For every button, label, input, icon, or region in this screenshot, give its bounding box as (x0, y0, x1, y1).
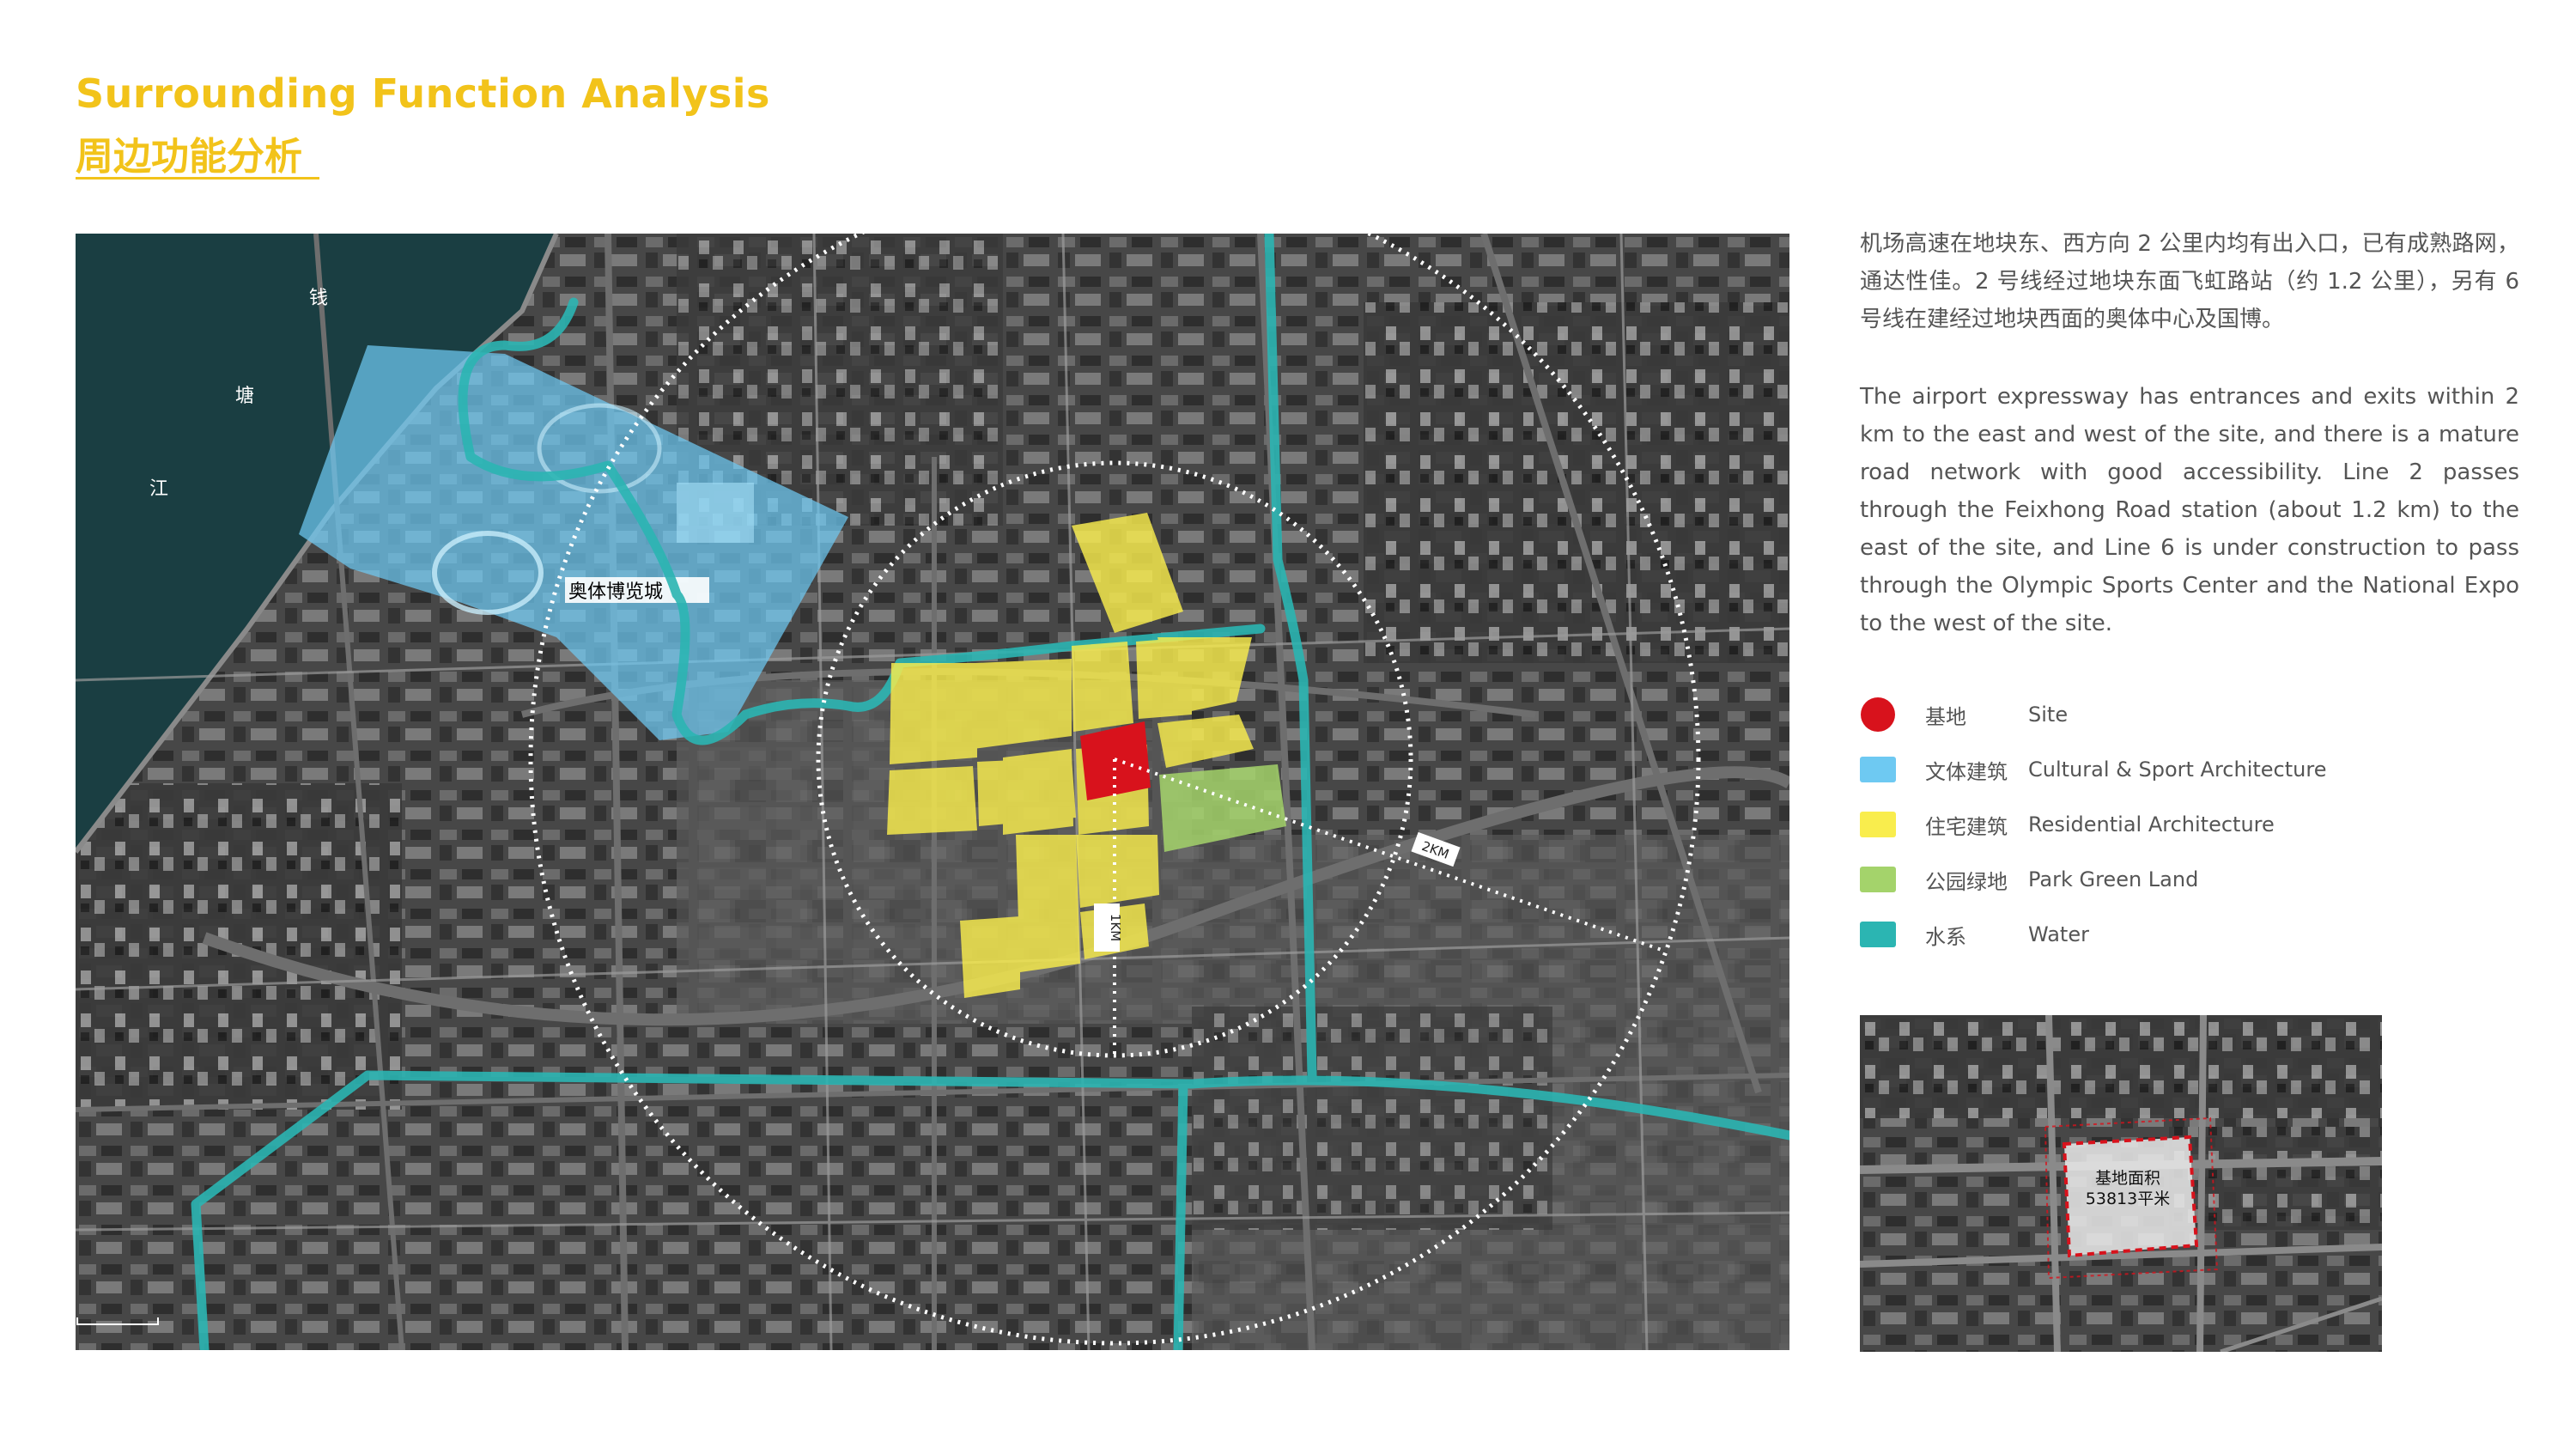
legend-label-en: Cultural & Sport Architecture (2028, 757, 2327, 782)
legend-label-cn: 基地 (1925, 704, 1966, 729)
description-english: The airport expressway has entrances and… (1860, 384, 2519, 636)
river-char-2: 塘 (235, 386, 254, 407)
legend-item-site: 基地 Site (1860, 687, 2547, 742)
title-english: Surrounding Function Analysis (76, 70, 770, 117)
site-inset-map: 基地面积 53813平米 (1860, 1015, 2382, 1352)
site-area-label: 基地面积 (2095, 1169, 2160, 1188)
legend-label-cn: 公园绿地 (1925, 869, 2008, 894)
site-swatch (1861, 697, 1895, 732)
residential-swatch (1860, 812, 1896, 837)
legend-item-cultural-sport: 文体建筑 Cultural & Sport Architecture (1860, 742, 2547, 797)
legend-item-water: 水系 Water (1860, 907, 2547, 962)
title-chinese: 周边功能分析 (76, 135, 302, 179)
site-area-value: 53813平米 (2086, 1189, 2170, 1208)
legend-label-en: Water (2028, 922, 2089, 946)
river-char-1: 钱 (309, 288, 328, 309)
aerial-map: 奥体博览城 1KM 2KM 钱 塘 江 (76, 234, 1789, 1350)
title-underline (76, 177, 319, 179)
water-swatch (1860, 922, 1896, 947)
river-char-3: 江 (149, 478, 168, 500)
label-1km: 1KM (1108, 914, 1123, 941)
cultural-sport-swatch (1860, 757, 1896, 782)
description-chinese: 机场高速在地块东、西方向 2 公里内均有出入口，已有成熟路网，通达性佳。2 号线… (1860, 231, 2519, 332)
legend-label-en: Site (2028, 703, 2069, 727)
legend-label-cn: 住宅建筑 (1925, 814, 2008, 839)
legend-item-residential: 住宅建筑 Residential Architecture (1860, 797, 2547, 852)
legend-label-en: Park Green Land (2028, 867, 2199, 891)
legend: 基地 Site 文体建筑 Cultural & Sport Architectu… (1860, 687, 2547, 962)
park-green-swatch (1860, 867, 1896, 892)
legend-label-cn: 水系 (1925, 924, 1966, 949)
legend-label-en: Residential Architecture (2028, 812, 2275, 837)
tower-blocks (1364, 302, 1789, 663)
legend-label-cn: 文体建筑 (1925, 759, 2008, 784)
expo-label: 奥体博览城 (568, 581, 663, 603)
legend-item-park-green: 公园绿地 Park Green Land (1860, 852, 2547, 907)
